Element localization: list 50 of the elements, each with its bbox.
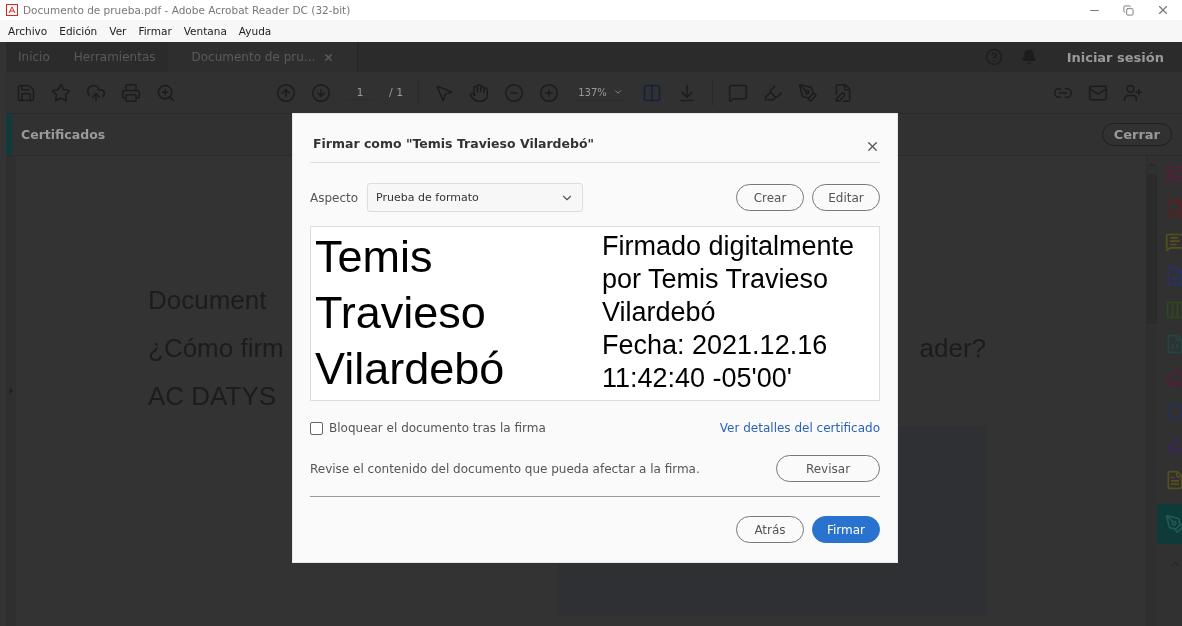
- pen-icon: [1165, 514, 1182, 534]
- document-icon[interactable]: [1165, 470, 1182, 490]
- comment-icon[interactable]: [1165, 232, 1182, 252]
- pdf-file-icon: [6, 4, 18, 16]
- file-plus-icon[interactable]: [1165, 198, 1182, 218]
- page-number-field[interactable]: 1: [346, 85, 374, 100]
- checkbox-label: Bloquear el documento tras la firma: [329, 421, 546, 435]
- menu-item[interactable]: Edición: [59, 25, 98, 37]
- restore-icon[interactable]: [1123, 4, 1134, 16]
- lock-checkbox[interactable]: [310, 421, 323, 435]
- back-button[interactable]: Atrás: [736, 516, 804, 543]
- create-button[interactable]: Crear: [736, 184, 804, 211]
- sign-in-link[interactable]: Iniciar sesión: [1066, 49, 1164, 65]
- signature-name: Travieso: [315, 286, 487, 340]
- sign-button[interactable]: Firmar: [812, 516, 880, 543]
- zoom-dropdown[interactable]: 137%: [574, 84, 627, 101]
- certificate-details-link[interactable]: Ver detalles del certificado: [719, 421, 880, 435]
- menu-item[interactable]: Ayuda: [238, 25, 272, 37]
- review-button[interactable]: Revisar: [776, 455, 880, 482]
- caret-icon: [612, 87, 623, 97]
- menu-item[interactable]: Ventana: [183, 25, 227, 37]
- scrollbar[interactable]: [1146, 156, 1157, 626]
- menu-item[interactable]: Ver: [109, 25, 127, 37]
- signature-detail: 11:42:40 -05'00': [602, 362, 793, 395]
- menu-item[interactable]: Archivo: [8, 25, 48, 37]
- review-text: Revise el contenido del documento que pueda afectar a la firma.: [310, 461, 700, 476]
- appearance-label: Aspecto: [310, 190, 359, 205]
- edit-button[interactable]: Editar: [812, 184, 880, 211]
- window-title: Documento de prueba.pdf - Adobe Acrobat Reader DC (32-bit): [23, 4, 351, 16]
- signature-name: Vilardebó: [315, 342, 506, 396]
- close-icon[interactable]: [1156, 3, 1170, 17]
- close-icon[interactable]: [323, 51, 335, 63]
- file-export-icon[interactable]: [1165, 266, 1182, 286]
- signature-detail: por Temis Travieso: [602, 263, 830, 296]
- signature-detail: Fecha: 2021.12.16: [602, 329, 829, 362]
- file-icon[interactable]: [1165, 334, 1182, 354]
- menu-item[interactable]: Firmar: [138, 25, 172, 37]
- shield-icon[interactable]: [1165, 402, 1182, 422]
- signature-name: Temis: [315, 230, 434, 284]
- panel-title: Certificados: [21, 127, 106, 142]
- form-icon[interactable]: [1165, 164, 1182, 184]
- signature-icon[interactable]: [1165, 436, 1182, 456]
- page-total: / 1: [389, 86, 404, 99]
- signature-detail: Firmado digitalmente: [602, 230, 855, 263]
- dialog-title: Firmar como "Temis Travieso Vilardebó": [313, 135, 595, 151]
- layout-icon[interactable]: [1165, 300, 1182, 320]
- eraser-icon[interactable]: [1165, 368, 1182, 388]
- signature-detail: Vilardebó: [602, 296, 717, 329]
- fit-page-icon[interactable]: [641, 82, 662, 103]
- appearance-dropdown[interactable]: Prueba de formato: [367, 183, 584, 212]
